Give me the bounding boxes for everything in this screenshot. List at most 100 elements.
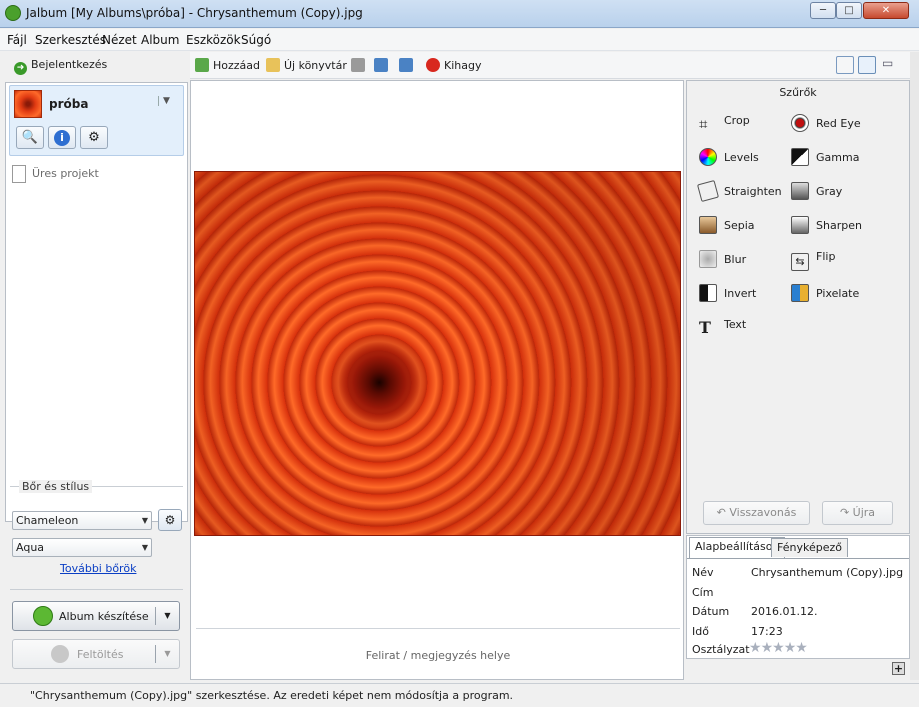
flip-icon: ⇆ <box>791 253 809 271</box>
new-folder-label: Új könyvtár <box>284 59 347 72</box>
filter-text[interactable]: T Text <box>699 318 746 337</box>
rating-stars[interactable]: ★★★★★ <box>749 640 808 656</box>
filter-blur[interactable]: Blur <box>699 250 746 268</box>
skin-select[interactable]: Chameleon ▼ <box>12 511 152 530</box>
skin-settings-button[interactable]: ⚙ <box>158 509 182 531</box>
redo-label: Újra <box>852 506 876 519</box>
filter-label: Sharpen <box>816 219 862 232</box>
status-text: "Chrysanthemum (Copy).jpg" szerkesztése.… <box>30 689 514 702</box>
add-label: Hozzáad <box>213 59 261 72</box>
upload-button[interactable]: Feltöltés ▼ <box>12 639 180 669</box>
tab-camera[interactable]: Fényképező <box>771 538 848 557</box>
filter-crop[interactable]: ⌗ Crop <box>699 114 750 133</box>
filter-label: Crop <box>724 114 750 127</box>
menu-view[interactable]: Nézet <box>102 33 137 47</box>
chevron-down-icon[interactable]: ▼ <box>155 645 179 663</box>
caption-field[interactable]: Felirat / megjegyzés helye <box>191 649 685 662</box>
filter-sharpen[interactable]: Sharpen <box>791 216 862 234</box>
title-label: Cím <box>692 586 714 599</box>
frog-icon <box>33 606 53 626</box>
filter-levels[interactable]: Levels <box>699 148 759 166</box>
rating-label: Osztályzat <box>692 643 750 656</box>
tab-underline <box>687 558 909 559</box>
image-preview-area: Felirat / megjegyzés helye <box>190 80 684 680</box>
add-button[interactable]: Hozzáad <box>195 58 260 72</box>
filter-sepia[interactable]: Sepia <box>699 216 755 234</box>
hand-button[interactable] <box>351 58 369 72</box>
divider <box>10 589 183 590</box>
filter-gamma[interactable]: Gamma <box>791 148 859 166</box>
rotate-right-button[interactable] <box>399 58 417 72</box>
crop-icon: ⌗ <box>699 115 708 133</box>
menu-edit[interactable]: Szerkesztés <box>35 33 106 47</box>
sharpen-icon <box>791 216 809 234</box>
hand-icon <box>351 58 365 72</box>
title-bar: Jalbum [My Albums\próba] - Chrysanthemum… <box>0 0 919 28</box>
project-name: próba <box>49 97 89 111</box>
empty-project-item[interactable]: Üres projekt <box>12 165 99 183</box>
filter-label: Pixelate <box>816 287 860 300</box>
add-icon <box>195 58 209 72</box>
skin-select-value: Chameleon <box>16 514 79 527</box>
filter-label: Text <box>724 318 747 331</box>
undo-icon: ↶ <box>716 506 730 519</box>
upload-label: Feltöltés <box>77 648 124 661</box>
login-link[interactable]: ➜ Bejelentkezés <box>14 58 107 75</box>
filter-pixelate[interactable]: Pixelate <box>791 284 859 302</box>
filter-straighten[interactable]: Straighten <box>696 179 782 203</box>
menu-file[interactable]: Fájl <box>7 33 27 47</box>
folder-icon <box>266 58 280 72</box>
minimize-button[interactable]: ─ <box>810 2 836 19</box>
magnifier-icon: 🔍 <box>21 130 39 145</box>
document-icon <box>12 165 26 183</box>
menu-album[interactable]: Album <box>141 33 179 47</box>
star-icon[interactable]: ★ <box>772 640 785 656</box>
chevron-down-icon[interactable]: ▼ <box>155 607 179 625</box>
maximize-button[interactable]: □ <box>836 2 862 19</box>
more-skins-link[interactable]: További bőrök <box>60 562 136 575</box>
filter-label: Gamma <box>816 151 860 164</box>
menu-tools[interactable]: Eszközök <box>186 33 241 47</box>
new-folder-button[interactable]: Új könyvtár <box>266 58 347 72</box>
filter-invert[interactable]: Invert <box>699 284 756 302</box>
style-select[interactable]: Aqua ▼ <box>12 538 152 557</box>
skin-section-title: Bőr és stílus <box>19 480 93 493</box>
exclude-button[interactable]: Kihagy <box>426 58 481 72</box>
project-settings-button[interactable]: ⚙ <box>80 126 108 149</box>
date-value[interactable]: 2016.01.12. <box>751 605 817 618</box>
undo-button[interactable]: ↶ Visszavonás <box>703 501 810 525</box>
filter-label: Gray <box>816 185 843 198</box>
filter-label: Invert <box>724 287 757 300</box>
project-card[interactable]: próba ▼ 🔍 i ⚙ <box>9 85 184 156</box>
filter-label: Sepia <box>724 219 755 232</box>
title-field[interactable] <box>751 586 901 600</box>
levels-icon <box>699 148 717 166</box>
rotate-left-button[interactable] <box>374 58 392 72</box>
expand-plus-icon[interactable]: + <box>892 662 905 675</box>
grid-view-icon[interactable] <box>836 56 854 74</box>
single-view-icon[interactable] <box>858 56 876 74</box>
info-icon: i <box>54 130 70 146</box>
filters-title: Szűrők <box>779 86 817 99</box>
close-button[interactable]: ✕ <box>863 2 909 19</box>
time-value[interactable]: 17:23 <box>751 625 783 638</box>
project-list: próba ▼ 🔍 i ⚙ Üres projekt <box>5 82 188 522</box>
project-menu-chevron-icon[interactable]: ▼ <box>158 96 170 106</box>
gear-icon: ⚙ <box>164 513 176 527</box>
filter-gray[interactable]: Gray <box>791 182 842 200</box>
filter-red-eye[interactable]: Red Eye <box>791 114 861 132</box>
slideshow-icon[interactable]: ▭ <box>882 56 900 74</box>
search-button[interactable]: 🔍 <box>16 126 44 149</box>
chrysanthemum-photo[interactable] <box>194 171 681 536</box>
rotate-left-icon <box>374 58 388 72</box>
info-button[interactable]: i <box>48 126 76 149</box>
filter-label: Red Eye <box>816 117 861 130</box>
menu-help[interactable]: Súgó <box>241 33 271 47</box>
exclude-icon <box>426 58 440 72</box>
redo-button[interactable]: ↷ Újra <box>822 501 893 525</box>
star-icon[interactable]: ★ <box>795 640 808 656</box>
star-icon[interactable]: ★ <box>749 640 762 656</box>
name-value[interactable]: Chrysanthemum (Copy).jpg <box>751 566 903 579</box>
filter-flip[interactable]: ⇆ Flip <box>791 250 835 271</box>
make-album-button[interactable]: Album készítése ▼ <box>12 601 180 631</box>
